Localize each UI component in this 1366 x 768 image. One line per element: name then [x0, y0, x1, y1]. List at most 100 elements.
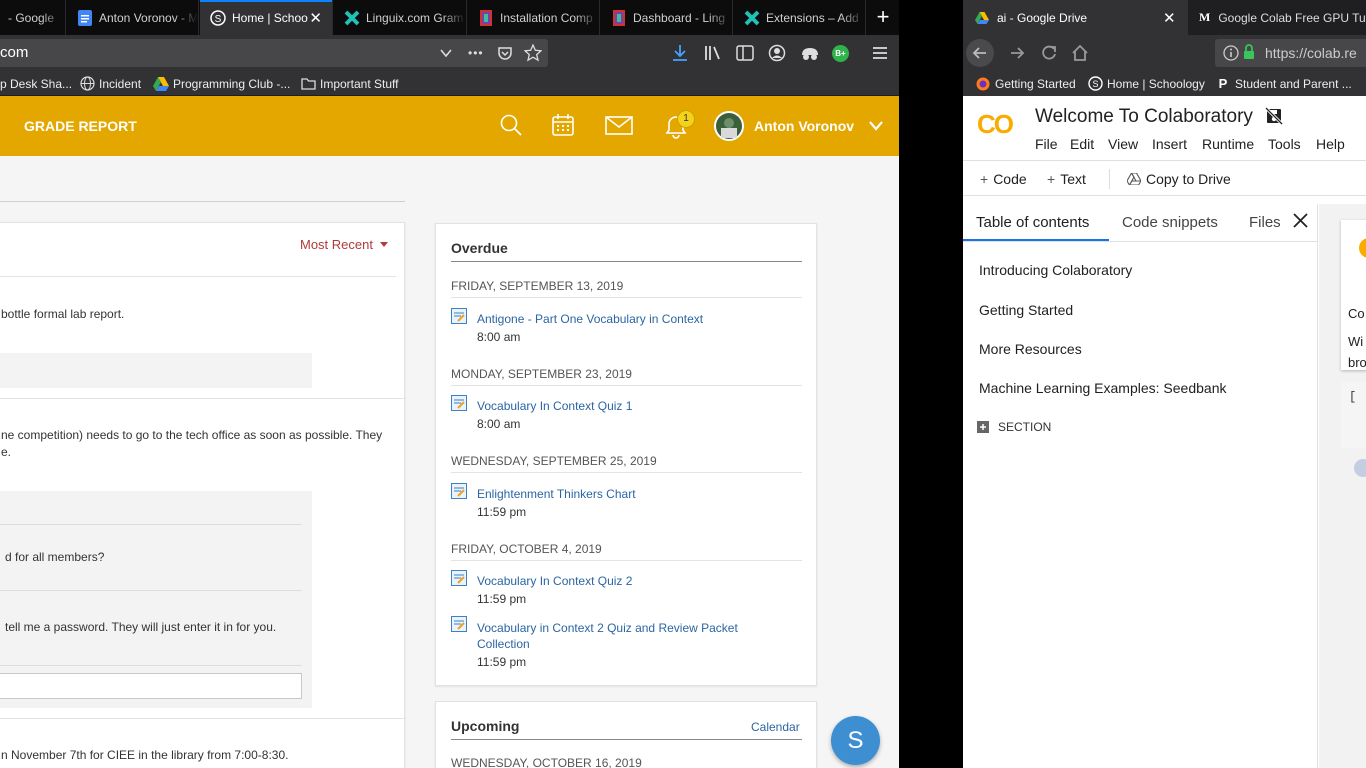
assignment-link[interactable]: Vocabulary in Context 2 Quiz and Review …	[477, 620, 738, 636]
schoology-chat-button[interactable]: S	[831, 716, 880, 765]
due-date-heading: FRIDAY, OCTOBER 4, 2019	[451, 542, 602, 556]
colab-logo[interactable]: CO	[977, 109, 1021, 143]
assignment-icon	[451, 570, 467, 586]
sidebar-icon[interactable]	[736, 45, 754, 61]
tab-linguix[interactable]: Linguix.com Gram	[334, 0, 467, 35]
assignment-icon	[451, 395, 467, 411]
bookmark-programming-club[interactable]: Programming Club -...	[153, 71, 290, 96]
save-disabled-icon[interactable]	[1265, 107, 1283, 125]
assignment-icon	[451, 483, 467, 499]
extension-badge-icon[interactable]: B+	[832, 45, 849, 62]
assignment-link[interactable]: Enlightenment Thinkers Chart	[477, 486, 636, 502]
chevron-down-icon[interactable]	[869, 121, 883, 131]
tab-code-snippets[interactable]: Code snippets	[1122, 204, 1218, 241]
menu-help[interactable]: Help	[1316, 136, 1345, 152]
assignment-link[interactable]: Antigone - Part One Vocabulary in Contex…	[477, 311, 703, 327]
colorful-page-icon	[611, 9, 627, 26]
schoology-icon: S	[210, 9, 226, 26]
back-button[interactable]	[966, 39, 994, 67]
notebook-area: Co Wi bro [	[1319, 204, 1366, 768]
menu-edit[interactable]: Edit	[1070, 136, 1094, 152]
assignment-link[interactable]: Vocabulary In Context Quiz 2	[477, 573, 632, 589]
tab-table-of-contents[interactable]: Table of contents	[963, 204, 1109, 241]
url-bar[interactable]: com •••	[0, 39, 548, 67]
sort-dropdown[interactable]: Most Recent	[300, 237, 388, 252]
cell-bracket: [	[1349, 390, 1357, 404]
tab-close-icon[interactable]: ✕	[309, 9, 322, 27]
tab-schoology[interactable]: S Home | Schoo ✕	[200, 0, 333, 35]
url-bar[interactable]: https://colab.re	[1215, 39, 1366, 67]
grade-report-link[interactable]: GRADE REPORT	[24, 96, 137, 156]
download-icon[interactable]	[672, 44, 688, 62]
menu-tools[interactable]: Tools	[1268, 136, 1301, 152]
linguix-icon	[344, 10, 360, 26]
drive-icon	[1127, 173, 1141, 185]
bookmark-desk-share[interactable]: p Desk Sha...	[0, 71, 72, 96]
firefox-icon	[975, 76, 991, 92]
bookmark-incident[interactable]: Incident	[79, 71, 141, 96]
menu-runtime[interactable]: Runtime	[1202, 136, 1254, 152]
add-text-button[interactable]: + Text	[1047, 161, 1086, 197]
mail-icon[interactable]	[605, 113, 633, 139]
cell-text: bro	[1348, 355, 1366, 370]
plus-icon: +	[1047, 171, 1056, 187]
calendar-link[interactable]: Calendar	[751, 720, 800, 734]
toc-item[interactable]: Machine Learning Examples: Seedbank	[979, 380, 1227, 396]
tab-close-icon[interactable]: ✕	[1163, 9, 1176, 27]
bookmark-star-icon[interactable]	[524, 44, 542, 62]
new-tab-button[interactable]: +	[868, 0, 898, 35]
assignment-link[interactable]: Vocabulary In Context Quiz 1	[477, 398, 632, 414]
tracking-protection-icon[interactable]	[800, 45, 820, 61]
search-icon[interactable]	[499, 113, 525, 139]
tab-google-drive[interactable]: ai - Google Drive ✕	[963, 0, 1188, 35]
bookmark-student-parent[interactable]: P Student and Parent ...	[1215, 71, 1352, 96]
calendar-icon[interactable]	[551, 113, 577, 139]
tab-dashboard[interactable]: Dashboard - Ling	[601, 0, 733, 35]
bookmark-important-stuff[interactable]: Important Stuff	[300, 71, 399, 96]
chevron-down-icon[interactable]	[440, 47, 452, 59]
avatar[interactable]	[714, 111, 744, 141]
hamburger-menu-icon[interactable]	[872, 46, 888, 60]
firefox-window: - Google Anton Voronov - M S Home | Scho…	[0, 0, 899, 768]
toc-item[interactable]: More Resources	[979, 341, 1082, 357]
notebook-title[interactable]: Welcome To Colaboratory	[1035, 106, 1253, 128]
reload-icon[interactable]	[1035, 39, 1063, 67]
tab-installation[interactable]: Installation Comp	[468, 0, 600, 35]
user-name[interactable]: Anton Voronov	[754, 96, 854, 156]
library-icon[interactable]	[704, 45, 722, 61]
comment-thread: d for all members? tell me a password. T…	[0, 491, 312, 708]
forward-button[interactable]	[1003, 39, 1031, 67]
menu-file[interactable]: File	[1035, 136, 1058, 152]
due-time: 11:59 pm	[477, 592, 527, 606]
tab-google[interactable]: - Google	[0, 0, 66, 35]
close-panel-icon[interactable]	[1293, 213, 1308, 228]
comment-input[interactable]	[0, 673, 302, 699]
svg-text:S: S	[215, 14, 222, 25]
due-date-heading: MONDAY, SEPTEMBER 23, 2019	[451, 367, 632, 381]
page-actions-icon[interactable]: •••	[468, 39, 484, 67]
copy-to-drive-button[interactable]: Copy to Drive	[1127, 161, 1231, 197]
bookmark-getting-started[interactable]: Getting Started	[975, 71, 1076, 96]
notebook-cell[interactable]: Co Wi bro	[1341, 220, 1366, 370]
assignment-link[interactable]: Collection	[477, 636, 530, 652]
add-code-button[interactable]: + Code	[980, 161, 1027, 197]
add-section-button[interactable]: SECTION	[998, 420, 1051, 434]
home-icon[interactable]	[1066, 39, 1094, 67]
tab-files[interactable]: Files	[1249, 204, 1281, 241]
menu-view[interactable]: View	[1108, 136, 1138, 152]
tab-medium-colab[interactable]: M Google Colab Free GPU Tuto	[1189, 0, 1366, 35]
info-icon[interactable]	[1223, 45, 1239, 61]
code-cell[interactable]: [	[1341, 382, 1366, 448]
bookmark-schoology[interactable]: S Home | Schoology	[1087, 71, 1205, 96]
toc-item[interactable]: Introducing Colaboratory	[979, 262, 1132, 278]
pocket-icon[interactable]	[497, 45, 513, 61]
tab-anton-docs[interactable]: Anton Voronov - M	[67, 0, 199, 35]
overdue-title: Overdue	[451, 240, 508, 256]
schoology-icon: S	[1087, 76, 1103, 92]
tab-extensions[interactable]: Extensions – Add	[734, 0, 866, 35]
menu-insert[interactable]: Insert	[1152, 136, 1187, 152]
account-icon[interactable]	[768, 44, 786, 62]
chrome-window: ai - Google Drive ✕ M Google Colab Free …	[963, 0, 1366, 768]
add-section-icon[interactable]	[977, 421, 989, 433]
toc-item[interactable]: Getting Started	[979, 302, 1073, 318]
